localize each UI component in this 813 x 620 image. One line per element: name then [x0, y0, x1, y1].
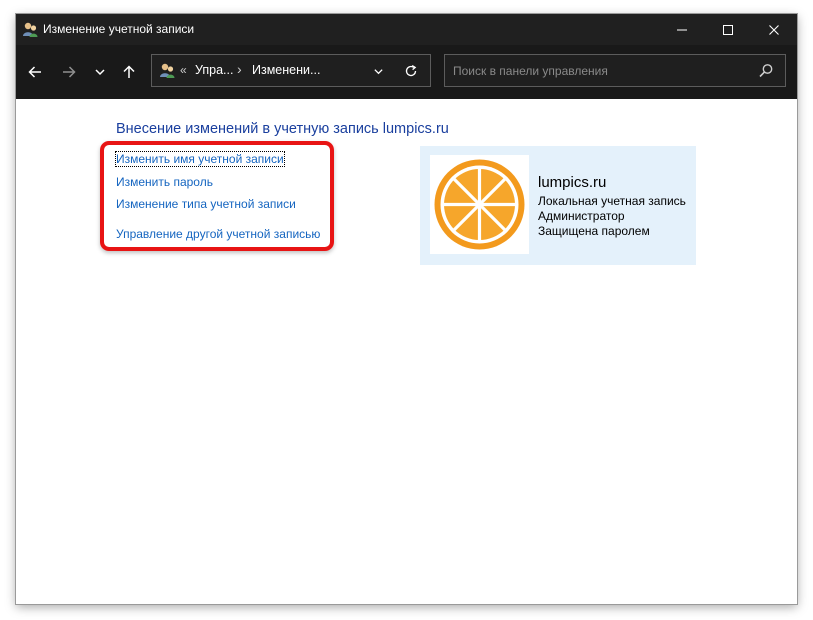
arrow-left-icon	[28, 66, 41, 78]
recent-locations-button[interactable]	[87, 59, 113, 85]
back-button[interactable]	[22, 59, 48, 85]
maximize-icon	[723, 24, 733, 35]
close-button[interactable]	[751, 14, 797, 45]
user-accounts-icon	[23, 22, 38, 37]
breadcrumb-change-account[interactable]: Изменени...	[252, 63, 320, 77]
close-icon	[769, 24, 779, 35]
minimize-icon	[677, 29, 687, 30]
refresh-icon	[405, 64, 417, 77]
maximize-button[interactable]	[705, 14, 751, 45]
account-card: lumpics.ru Локальная учетная запись Адми…	[420, 146, 696, 265]
orange-slice-avatar-icon	[434, 159, 525, 250]
minimize-button[interactable]	[659, 14, 705, 45]
account-protection: Защищена паролем	[538, 224, 650, 238]
account-type: Локальная учетная запись	[538, 194, 686, 208]
account-role: Администратор	[538, 209, 625, 223]
account-window: Изменение учетной записи « Упра... › Изм…	[16, 14, 797, 604]
up-button[interactable]	[116, 59, 142, 85]
user-accounts-icon	[160, 63, 175, 78]
content-area: Внесение изменений в учетную запись lump…	[16, 99, 797, 604]
address-bar[interactable]: « Упра... › Изменени...	[151, 54, 431, 87]
address-overflow[interactable]: «	[180, 63, 187, 77]
arrow-right-icon	[63, 66, 76, 78]
breadcrumb-control-panel[interactable]: Упра...	[195, 63, 233, 77]
search-icon[interactable]	[757, 62, 775, 80]
page-title: Внесение изменений в учетную запись lump…	[116, 121, 449, 137]
forward-button[interactable]	[56, 59, 82, 85]
chevron-down-icon	[95, 69, 105, 76]
chevron-down-icon	[373, 68, 383, 74]
refresh-button[interactable]	[401, 61, 421, 81]
address-dropdown-button[interactable]	[368, 61, 388, 81]
navigation-bar: « Упра... › Изменени...	[16, 45, 797, 99]
title-bar: Изменение учетной записи	[16, 14, 797, 45]
search-input[interactable]	[445, 55, 745, 86]
account-name: lumpics.ru	[538, 174, 607, 191]
arrow-up-icon	[123, 65, 135, 78]
avatar	[430, 155, 529, 254]
window-title: Изменение учетной записи	[43, 22, 195, 36]
highlight-frame	[100, 141, 334, 251]
search-box[interactable]	[444, 54, 786, 87]
breadcrumb-separator[interactable]: ›	[237, 61, 242, 77]
